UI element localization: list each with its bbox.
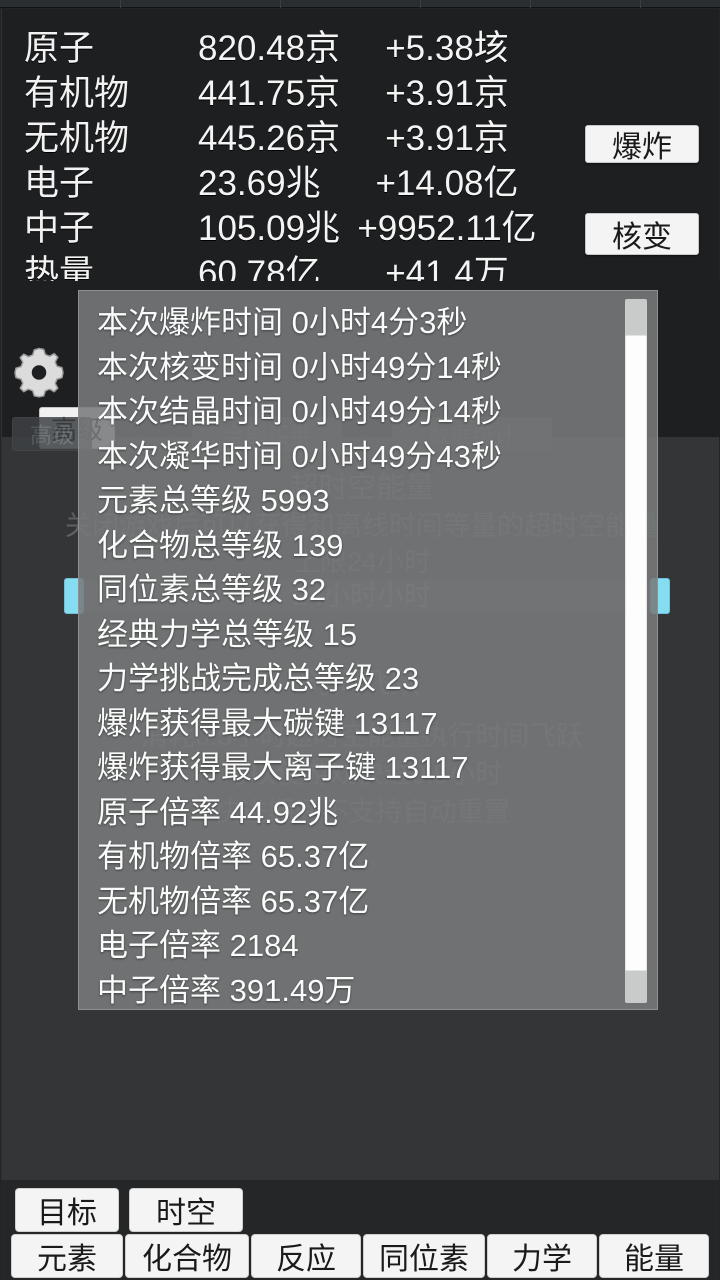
- list-item: 元素总等级 5993: [97, 483, 330, 518]
- list-item: 本次核变时间 0小时49分14秒: [97, 349, 502, 385]
- resource-name: 电子: [24, 164, 95, 203]
- gear-icon[interactable]: [10, 343, 68, 401]
- fusion-button[interactable]: 核变: [585, 213, 699, 255]
- status-bar-strip: [0, 0, 720, 8]
- list-item: 本次结晶时间 0小时49分14秒: [97, 394, 502, 429]
- list-item: 电子倍率 2184: [97, 928, 299, 963]
- resource-rate: +3.91京: [385, 74, 509, 113]
- resource-row-atom: 原子 820.48京 +5.38垓: [2, 27, 582, 71]
- resource-row-electron: 电子 23.69兆 +14.08亿: [2, 162, 582, 206]
- resource-rate: +5.38垓: [385, 29, 509, 68]
- tab-mechanics[interactable]: 力学: [487, 1234, 597, 1278]
- list-item: 经典力学总等级 15: [97, 616, 358, 652]
- resource-name: 原子: [24, 29, 95, 68]
- list-item: 化合物总等级 139: [97, 527, 344, 563]
- list-item: 爆炸获得最大碳键 13117: [97, 705, 438, 741]
- bottom-navigation: 目标 时空 元素 化合物 反应 同位素 力学 能量: [1, 1180, 719, 1280]
- app-screen: 原子 820.48京 +5.38垓 有机物 441.75京 +3.91京 无机物…: [0, 0, 720, 1280]
- list-item: 同位素总等级 32: [97, 572, 327, 607]
- resource-name: 无机物: [24, 119, 130, 158]
- resource-name: 中子: [24, 209, 95, 248]
- list-item: 无机物倍率 65.37亿: [97, 883, 370, 919]
- list-item: 原子倍率 44.92兆: [97, 794, 339, 830]
- resource-row-neutron: 中子 105.09兆 +9952.11亿: [2, 207, 582, 251]
- tab-energy[interactable]: 能量: [599, 1234, 709, 1278]
- resource-name: 有机物: [24, 74, 130, 113]
- tab-elements[interactable]: 元素: [11, 1234, 123, 1278]
- resource-rate: +14.08亿: [375, 164, 519, 203]
- tab-goals[interactable]: 目标: [15, 1188, 119, 1232]
- explode-button[interactable]: 爆炸: [585, 125, 699, 164]
- statistics-list: 本次爆炸时间 0小时4分3秒 本次核变时间 0小时49分14秒 本次结晶时间 0…: [79, 291, 627, 1009]
- modal-scrollbar-thumb[interactable]: [625, 335, 647, 971]
- resource-header: 原子 820.48京 +5.38垓 有机物 441.75京 +3.91京 无机物…: [1, 9, 719, 293]
- tab-reactions[interactable]: 反应: [251, 1234, 361, 1278]
- resource-row-inorganic: 无机物 445.26京 +3.91京: [2, 117, 582, 161]
- resource-rate: +9952.11亿: [357, 209, 537, 248]
- resource-rate: +3.91京: [385, 119, 509, 158]
- list-item: 本次凝华时间 0小时49分43秒: [97, 438, 502, 474]
- tab-isotopes[interactable]: 同位素: [363, 1234, 485, 1278]
- tab-compounds[interactable]: 化合物: [125, 1234, 249, 1278]
- list-item: 本次爆炸时间 0小时4分3秒: [97, 305, 468, 340]
- list-item: 爆炸获得最大离子键 13117: [97, 750, 469, 785]
- list-item: 有机物倍率 65.37亿: [97, 839, 370, 874]
- tab-spacetime[interactable]: 时空: [129, 1188, 243, 1232]
- statistics-modal: 本次爆炸时间 0小时4分3秒 本次核变时间 0小时49分14秒 本次结晶时间 0…: [78, 290, 658, 1010]
- resource-row-organic: 有机物 441.75京 +3.91京: [2, 72, 582, 116]
- list-item: 中子倍率 391.49万: [97, 972, 356, 1008]
- list-item: 力学挑战完成总等级 23: [97, 661, 420, 696]
